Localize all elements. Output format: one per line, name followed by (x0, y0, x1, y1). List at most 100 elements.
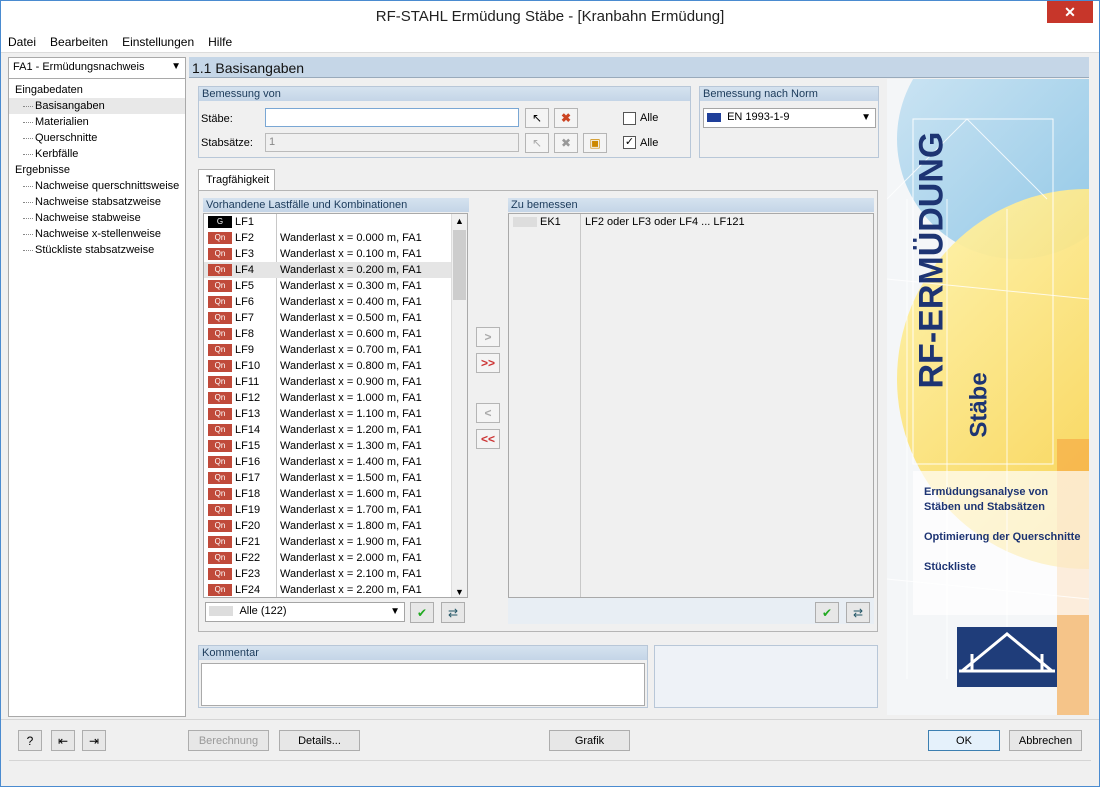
list-item[interactable]: Qn LF11 Wanderlast x = 0.900 m, FA1 (204, 374, 452, 390)
members-input[interactable] (265, 108, 519, 127)
list-item[interactable]: Qn LF2 Wanderlast x = 0.000 m, FA1 (204, 230, 452, 246)
list-item[interactable]: EK1 LF2 oder LF3 oder LF4 ... LF121 (509, 214, 873, 230)
load-case-name: LF9 (235, 344, 254, 356)
menu-einstellungen[interactable]: Einstellungen (115, 35, 201, 49)
ok-button[interactable]: OK (928, 730, 1000, 751)
pick-sets-button[interactable]: ↖ (525, 133, 549, 153)
import-button[interactable]: ⇤ (51, 730, 75, 751)
scroll-thumb[interactable] (453, 230, 466, 300)
comment-title: Kommentar (199, 646, 647, 660)
list-item[interactable]: Qn LF6 Wanderlast x = 0.400 m, FA1 (204, 294, 452, 310)
all-sets-label: Alle (640, 137, 659, 149)
list-item[interactable]: Qn LF15 Wanderlast x = 1.300 m, FA1 (204, 438, 452, 454)
load-case-description: Wanderlast x = 0.100 m, FA1 (280, 248, 422, 260)
load-type-badge: Qn (208, 248, 232, 260)
list-item[interactable]: Qn LF4 Wanderlast x = 0.200 m, FA1 (204, 262, 452, 278)
clear-members-button[interactable]: ✖ (554, 108, 578, 128)
add-all-button[interactable]: >> (476, 353, 500, 373)
list-item[interactable]: G LF1 (204, 214, 452, 230)
list-item[interactable]: Qn LF7 Wanderlast x = 0.500 m, FA1 (204, 310, 452, 326)
close-button[interactable]: ✕ (1047, 1, 1093, 23)
list-item[interactable]: Qn LF18 Wanderlast x = 1.600 m, FA1 (204, 486, 452, 502)
list-item[interactable]: Qn LF14 Wanderlast x = 1.200 m, FA1 (204, 422, 452, 438)
invert-design-button[interactable]: ⇄ (846, 602, 870, 623)
new-set-button[interactable]: ▣ (583, 133, 607, 153)
load-case-description: Wanderlast x = 0.500 m, FA1 (280, 312, 422, 324)
comment-input[interactable] (201, 663, 645, 706)
chevron-down-icon: ▼ (861, 112, 871, 123)
banner-feature-1: Ermüdungsanalyse von Stäben und Stabsätz… (924, 486, 1049, 513)
select-all-design-button[interactable]: ✔ (815, 602, 839, 623)
swap-list-icon: ⇄ (852, 605, 864, 620)
load-type-badge: Qn (208, 232, 232, 244)
list-item[interactable]: Qn LF13 Wanderlast x = 1.100 m, FA1 (204, 406, 452, 422)
clear-sets-button[interactable]: ✖ (554, 133, 578, 153)
menu-bearbeiten[interactable]: Bearbeiten (43, 35, 115, 49)
tree-item[interactable]: Nachweise stabsatzweise (9, 194, 185, 210)
tree-item[interactable]: Eingabedaten (9, 82, 185, 98)
tree-item[interactable]: Nachweise x-stellenweise (9, 226, 185, 242)
select-all-button[interactable]: ✔ (410, 602, 434, 623)
tab-tragfaehigkeit[interactable]: Tragfähigkeit (198, 169, 275, 191)
tree-item[interactable]: Nachweise querschnittsweise (9, 178, 185, 194)
load-case-name: LF13 (235, 408, 261, 420)
list-item[interactable]: Qn LF16 Wanderlast x = 1.400 m, FA1 (204, 454, 452, 470)
list-item[interactable]: Qn LF21 Wanderlast x = 1.900 m, FA1 (204, 534, 452, 550)
export-button[interactable]: ⇥ (82, 730, 106, 751)
load-case-description: Wanderlast x = 1.900 m, FA1 (280, 536, 422, 548)
details-button[interactable]: Details... (279, 730, 360, 751)
tree-item[interactable]: Nachweise stabweise (9, 210, 185, 226)
all-sets-checkbox[interactable]: ✓ (623, 136, 636, 149)
all-members-checkbox[interactable] (623, 112, 636, 125)
list-item[interactable]: Qn LF8 Wanderlast x = 0.600 m, FA1 (204, 326, 452, 342)
list-item[interactable]: Qn LF22 Wanderlast x = 2.000 m, FA1 (204, 550, 452, 566)
members-label: Stäbe: (201, 113, 233, 125)
list-item[interactable]: Qn LF12 Wanderlast x = 1.000 m, FA1 (204, 390, 452, 406)
list-item[interactable]: Qn LF9 Wanderlast x = 0.700 m, FA1 (204, 342, 452, 358)
tree-item[interactable]: Stückliste stabsatzweise (9, 242, 185, 258)
sets-input[interactable]: 1 (265, 133, 519, 152)
tree-item[interactable]: Basisangaben (9, 98, 185, 114)
cancel-button[interactable]: Abbrechen (1009, 730, 1082, 751)
navigator-tree: Eingabedaten Basisangaben Materialien Quers… (9, 82, 185, 258)
design-of-group: Bemessung von Stäbe: ↖ ✖ Alle Stabsätze:… (198, 86, 691, 158)
module-banner: RF-ERMÜDUNG Stäbe Ermüdungsanalyse von S… (887, 79, 1089, 715)
design-of-title: Bemessung von (199, 87, 690, 101)
load-type-badge: Qn (208, 360, 232, 372)
load-type-badge: Qn (208, 472, 232, 484)
available-scrollbar[interactable]: ▲ ▼ (451, 214, 467, 597)
combination-swatch (513, 217, 537, 227)
case-select[interactable]: FA1 - Ermüdungsnachweis ▼ (9, 58, 185, 79)
calculation-button[interactable]: Berechnung (188, 730, 269, 751)
add-button[interactable]: > (476, 327, 500, 347)
tree-item[interactable]: Querschnitte (9, 130, 185, 146)
load-case-description: Wanderlast x = 1.300 m, FA1 (280, 440, 422, 452)
tree-item[interactable]: Materialien (9, 114, 185, 130)
list-item[interactable]: Qn LF19 Wanderlast x = 1.700 m, FA1 (204, 502, 452, 518)
menu-datei[interactable]: Datei (1, 35, 43, 49)
invert-selection-button[interactable]: ⇄ (441, 602, 465, 623)
load-case-description: Wanderlast x = 0.600 m, FA1 (280, 328, 422, 340)
tree-item[interactable]: Ergebnisse (9, 162, 185, 178)
to-design-list[interactable]: EK1 LF2 oder LF3 oder LF4 ... LF121 (508, 213, 874, 598)
available-list[interactable]: G LF1 Qn LF2 Wanderlast x = 0.000 m, FA1 Qn LF… (203, 213, 468, 598)
list-item[interactable]: Qn LF3 Wanderlast x = 0.100 m, FA1 (204, 246, 452, 262)
remove-all-button[interactable]: << (476, 429, 500, 449)
norm-select[interactable]: EN 1993-1-9 ▼ (703, 108, 876, 128)
list-item[interactable]: Qn LF23 Wanderlast x = 2.100 m, FA1 (204, 566, 452, 582)
graphics-button[interactable]: Grafik (549, 730, 630, 751)
load-case-name: LF15 (235, 440, 261, 452)
help-button[interactable]: ? (18, 730, 42, 751)
tree-item[interactable]: Kerbfälle (9, 146, 185, 162)
tab-body: Vorhandene Lastfälle und Kombinationen G… (198, 190, 878, 632)
menu-hilfe[interactable]: Hilfe (201, 35, 239, 49)
remove-button[interactable]: < (476, 403, 500, 423)
list-item[interactable]: Qn LF17 Wanderlast x = 1.500 m, FA1 (204, 470, 452, 486)
list-item[interactable]: Qn LF10 Wanderlast x = 0.800 m, FA1 (204, 358, 452, 374)
list-item[interactable]: Qn LF5 Wanderlast x = 0.300 m, FA1 (204, 278, 452, 294)
list-item[interactable]: Qn LF20 Wanderlast x = 1.800 m, FA1 (204, 518, 452, 534)
load-case-name: LF14 (235, 424, 261, 436)
pick-members-button[interactable]: ↖ (525, 108, 549, 128)
list-item[interactable]: Qn LF24 Wanderlast x = 2.200 m, FA1 (204, 582, 452, 597)
filter-select[interactable]: Alle (122) ▼ (205, 602, 405, 622)
